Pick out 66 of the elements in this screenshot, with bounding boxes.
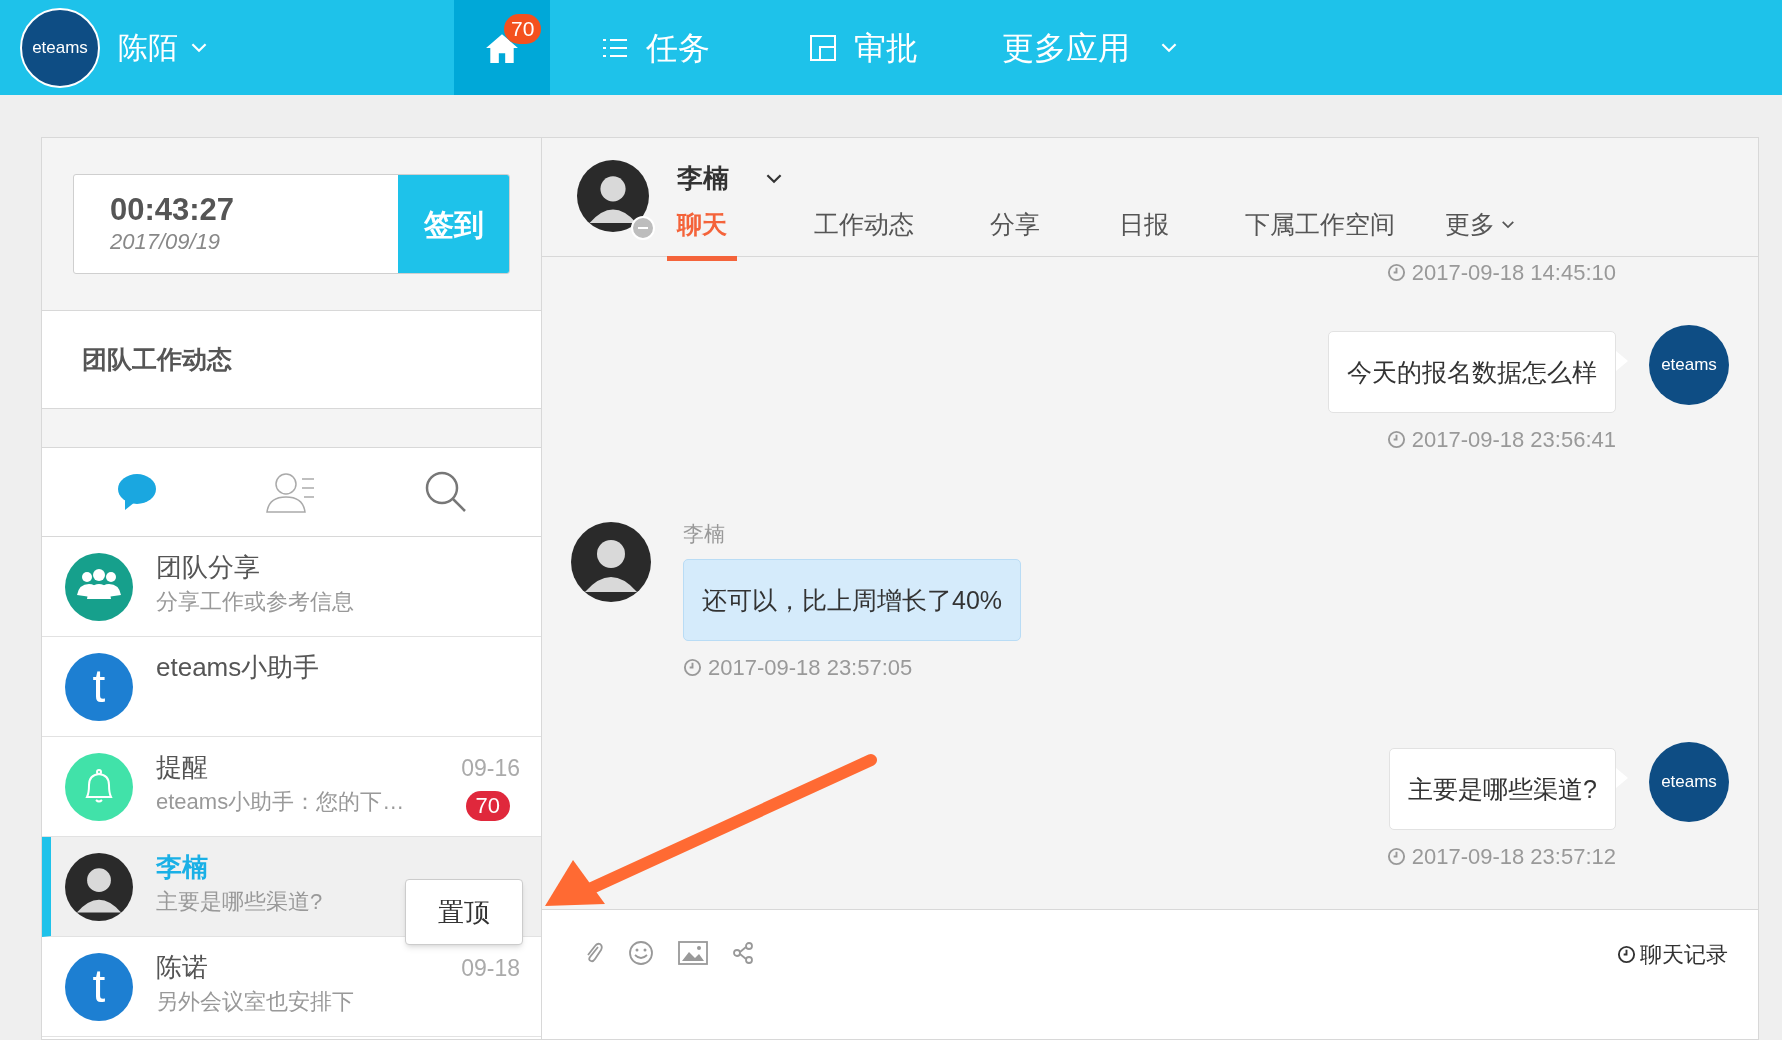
list-icon bbox=[602, 36, 628, 59]
chat-tab[interactable]: 下属工作空间 bbox=[1245, 206, 1395, 261]
message-date: 09-18 bbox=[461, 954, 520, 983]
message-time: 2017-09-18 23:57:05 bbox=[708, 654, 913, 682]
image-icon bbox=[678, 941, 708, 965]
section-title: 团队工作动态 bbox=[82, 343, 232, 375]
clock-icon bbox=[1386, 430, 1406, 449]
chat-tab[interactable]: 更多 bbox=[1445, 206, 1515, 261]
message-bubble: 还可以，比上周增长了40% bbox=[683, 559, 1022, 641]
contact-name: eteams小助手 bbox=[156, 651, 320, 684]
clock-icon bbox=[683, 658, 702, 677]
contact-name: 陈诺 bbox=[156, 951, 208, 984]
message-bubble: 今天的报名数据怎么样 bbox=[1328, 331, 1616, 413]
clock-icon bbox=[1617, 945, 1636, 964]
message-time: 2017-09-18 23:56:41 bbox=[1411, 426, 1616, 454]
message-bubble: 主要是哪些渠道? bbox=[1389, 748, 1616, 830]
sender-name: 李楠 bbox=[683, 521, 725, 547]
message-preview: eteams小助手：您的下… bbox=[156, 788, 405, 816]
group-avatar-icon bbox=[65, 552, 133, 621]
letter-avatar: t bbox=[65, 652, 133, 721]
chevron-down-icon bbox=[190, 42, 208, 53]
pin-to-top-tooltip[interactable]: 置顶 bbox=[405, 879, 523, 945]
notification-badge: 70 bbox=[504, 14, 542, 44]
chat-tab[interactable]: 分享 bbox=[990, 206, 1040, 261]
avatar-icon bbox=[577, 160, 649, 232]
emoji-icon bbox=[628, 940, 654, 966]
share-icon bbox=[732, 942, 754, 964]
message-time: 2017-09-18 14:45:10 bbox=[1411, 258, 1616, 287]
home-tab[interactable]: 70 bbox=[454, 0, 550, 95]
share-button[interactable] bbox=[730, 940, 756, 966]
person-list-icon bbox=[265, 471, 316, 513]
bubble-tail-icon bbox=[1616, 351, 1628, 371]
contact-name: 李楠 bbox=[156, 851, 208, 884]
avatar-icon bbox=[65, 852, 133, 921]
message-date: 09-16 bbox=[461, 754, 520, 783]
clock-date: 2017/09/19 bbox=[110, 228, 222, 256]
clock-time: 00:43:27 bbox=[110, 192, 236, 228]
image-button[interactable] bbox=[676, 939, 710, 967]
clock-icon bbox=[1386, 262, 1406, 282]
message-time: 2017-09-18 23:57:12 bbox=[1411, 843, 1616, 871]
paperclip-icon bbox=[584, 941, 604, 965]
message-preview: 分享工作或参考信息 bbox=[156, 588, 354, 616]
clock-icon bbox=[1386, 847, 1406, 866]
document-icon bbox=[810, 34, 836, 61]
chat-tab[interactable]: 工作动态 bbox=[814, 206, 914, 261]
logo-avatar: eteams bbox=[1649, 742, 1729, 822]
chat-tab[interactable]: 日报 bbox=[1119, 206, 1169, 261]
chat-bubble-icon bbox=[116, 473, 157, 511]
bubble-tail-icon bbox=[1616, 768, 1628, 788]
avatar-icon bbox=[571, 522, 651, 602]
logo-avatar: eteams bbox=[20, 7, 100, 88]
chevron-down-icon bbox=[1160, 42, 1178, 53]
logo-avatar: eteams bbox=[1649, 325, 1729, 405]
search-icon bbox=[424, 471, 467, 513]
letter-avatar: t bbox=[65, 952, 133, 1021]
status-icon bbox=[631, 216, 655, 240]
bell-avatar-icon bbox=[65, 752, 133, 821]
contact-name: 团队分享 bbox=[156, 551, 260, 584]
contact-name: 提醒 bbox=[156, 751, 208, 784]
unread-badge: 70 bbox=[465, 791, 510, 821]
message-preview: 主要是哪些渠道? bbox=[156, 888, 323, 916]
chevron-down-icon bbox=[765, 172, 783, 184]
message-preview: 另外会议室也安排下 bbox=[156, 988, 354, 1016]
chat-history-link[interactable]: 聊天记录 bbox=[1617, 938, 1728, 971]
emoji-button[interactable] bbox=[626, 938, 656, 968]
contact-name-dropdown[interactable]: 李楠 bbox=[677, 160, 1515, 196]
